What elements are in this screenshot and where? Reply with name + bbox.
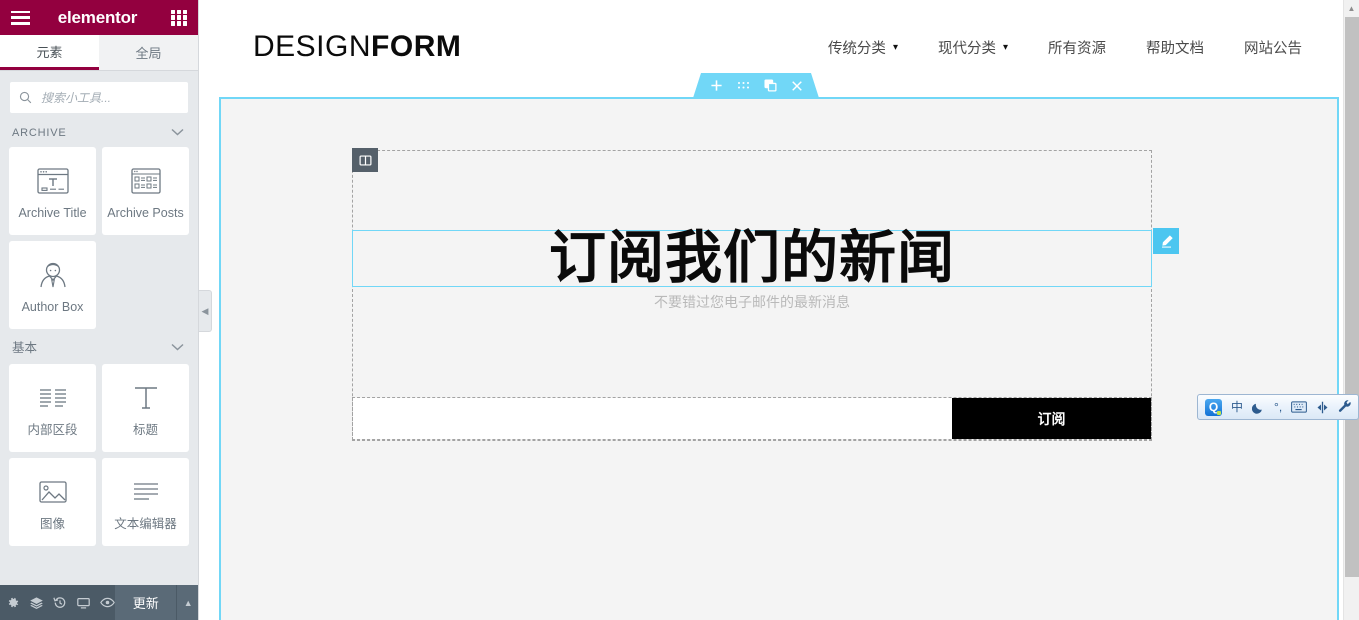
chevron-up-icon[interactable]: ▲ bbox=[177, 585, 199, 620]
ime-toolbar: Q 中 °, bbox=[1197, 394, 1359, 420]
site-nav: 传统分类 ▾ 现代分类 ▾ 所有资源 帮助文档 网站公告 bbox=[828, 37, 1324, 58]
footer-icon-group bbox=[0, 596, 115, 610]
image-icon bbox=[38, 472, 68, 512]
nav-label: 现代分类 bbox=[938, 37, 996, 58]
elementor-logo-text: elementor bbox=[58, 8, 137, 28]
nav-label: 传统分类 bbox=[828, 37, 886, 58]
panel-collapse-handle[interactable]: ◀ bbox=[199, 290, 212, 332]
category-title-archive: ARCHIVE bbox=[12, 127, 67, 139]
widget-label: 图像 bbox=[40, 518, 65, 532]
heading-widget[interactable]: 订阅我们的新闻 bbox=[352, 230, 1152, 287]
text-editor-icon bbox=[131, 472, 161, 512]
nav-label: 帮助文档 bbox=[1146, 37, 1204, 58]
category-title-basic: 基本 bbox=[12, 337, 37, 356]
subscribe-button[interactable]: 订阅 bbox=[952, 398, 1151, 439]
preview-eye-icon[interactable] bbox=[100, 596, 115, 609]
widget-label: 内部区段 bbox=[27, 424, 77, 438]
widget-grid-basic: 内部区段 标题 bbox=[0, 364, 198, 546]
scrollbar-thumb[interactable] bbox=[1345, 17, 1359, 577]
nav-item-announcements[interactable]: 网站公告 bbox=[1244, 37, 1302, 58]
panel-tabs: 元素 全局 bbox=[0, 35, 198, 71]
panel-footer: 更新 ▲ bbox=[0, 585, 199, 620]
archive-posts-icon bbox=[130, 161, 162, 201]
editor-panel: elementor 元素 全局 ARCHIVE bbox=[0, 0, 199, 620]
preview-canvas: DESIGNFORM 传统分类 ▾ 现代分类 ▾ 所有资源 帮助文档 bbox=[199, 0, 1359, 620]
widget-image[interactable]: 图像 bbox=[9, 458, 96, 546]
widget-archive-title[interactable]: Archive Title bbox=[9, 147, 96, 235]
ime-toolbox[interactable] bbox=[1316, 401, 1329, 414]
nav-item-all-resources[interactable]: 所有资源 bbox=[1048, 37, 1106, 58]
search-input[interactable] bbox=[39, 90, 183, 106]
site-logo[interactable]: DESIGNFORM bbox=[253, 30, 461, 64]
apps-grid-icon[interactable] bbox=[171, 10, 187, 26]
tab-elements[interactable]: 元素 bbox=[0, 35, 99, 70]
widget-grid-archive: Archive Title bbox=[0, 147, 198, 329]
edit-pencil-icon[interactable] bbox=[1153, 228, 1179, 254]
category-header-basic[interactable]: 基本 bbox=[0, 329, 198, 364]
nav-item-help-docs[interactable]: 帮助文档 bbox=[1146, 37, 1204, 58]
author-box-icon bbox=[36, 255, 70, 295]
chevron-down-icon: ▾ bbox=[1003, 42, 1008, 53]
subheading-text: 不要错过您电子邮件的最新消息 bbox=[352, 292, 1152, 312]
ime-settings-wrench[interactable] bbox=[1338, 400, 1352, 414]
history-icon[interactable] bbox=[53, 596, 67, 610]
panel-header: elementor bbox=[0, 0, 198, 35]
category-header-archive[interactable]: ARCHIVE bbox=[0, 119, 198, 147]
drag-section-icon[interactable] bbox=[737, 81, 750, 90]
nav-item-traditional[interactable]: 传统分类 ▾ bbox=[828, 37, 898, 58]
search-icon bbox=[19, 91, 32, 104]
email-input[interactable] bbox=[353, 398, 952, 439]
ime-language-mode[interactable]: 中 bbox=[1231, 401, 1243, 413]
chevron-down-icon bbox=[171, 127, 184, 139]
chevron-down-icon bbox=[171, 340, 184, 354]
logo-part-bold: FORM bbox=[371, 30, 461, 63]
column-handle-icon[interactable] bbox=[352, 148, 378, 172]
archive-title-icon bbox=[36, 161, 70, 201]
chevron-down-icon: ▾ bbox=[893, 42, 898, 53]
ime-logo-icon[interactable]: Q bbox=[1205, 399, 1222, 416]
scroll-up-arrow[interactable]: ▲ bbox=[1344, 0, 1359, 16]
nav-item-modern[interactable]: 现代分类 ▾ bbox=[938, 37, 1008, 58]
delete-section-icon[interactable] bbox=[791, 80, 803, 92]
widget-label: Archive Title bbox=[18, 207, 86, 221]
layers-navigator-icon[interactable] bbox=[29, 596, 44, 610]
widget-text-editor[interactable]: 文本编辑器 bbox=[102, 458, 189, 546]
responsive-mode-icon[interactable] bbox=[76, 596, 91, 610]
nav-label: 所有资源 bbox=[1048, 37, 1106, 58]
widget-inner-section[interactable]: 内部区段 bbox=[9, 364, 96, 452]
hamburger-icon[interactable] bbox=[11, 11, 30, 25]
widget-label: Archive Posts bbox=[107, 207, 183, 221]
subscribe-form-row: 订阅 bbox=[352, 397, 1152, 440]
elementor-editor: elementor 元素 全局 ARCHIVE bbox=[0, 0, 1359, 620]
settings-gear-icon[interactable] bbox=[6, 596, 20, 610]
update-button[interactable]: 更新 bbox=[115, 585, 177, 620]
widget-label: 文本编辑器 bbox=[114, 518, 177, 532]
widget-search-box[interactable] bbox=[10, 82, 188, 113]
duplicate-section-icon[interactable] bbox=[764, 79, 777, 92]
widget-search-wrap bbox=[0, 71, 198, 119]
widget-heading[interactable]: 标题 bbox=[102, 364, 189, 452]
widget-author-box[interactable]: Author Box bbox=[9, 241, 96, 329]
ime-moon-mode[interactable] bbox=[1252, 401, 1265, 414]
ime-punctuation-mode[interactable]: °, bbox=[1274, 401, 1282, 413]
logo-part-light: DESIGN bbox=[253, 30, 371, 63]
widget-archive-posts[interactable]: Archive Posts bbox=[102, 147, 189, 235]
page-scrollbar[interactable]: ▲ bbox=[1343, 0, 1359, 620]
heading-text: 订阅我们的新闻 bbox=[549, 230, 955, 287]
tab-global[interactable]: 全局 bbox=[99, 35, 198, 70]
ime-soft-keyboard[interactable] bbox=[1291, 401, 1307, 413]
inner-section-icon bbox=[38, 378, 68, 418]
widget-label: Author Box bbox=[22, 301, 84, 315]
heading-icon bbox=[131, 378, 161, 418]
add-section-icon[interactable] bbox=[710, 79, 723, 92]
nav-label: 网站公告 bbox=[1244, 37, 1302, 58]
widget-label: 标题 bbox=[133, 424, 158, 438]
section-toolbar bbox=[693, 73, 819, 98]
